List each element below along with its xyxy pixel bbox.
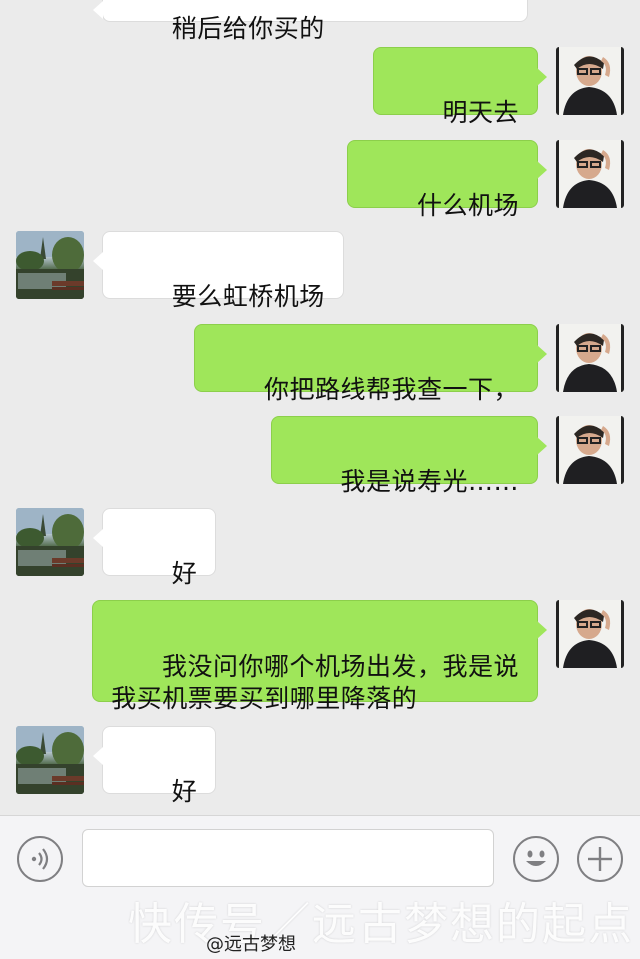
plus-button[interactable]	[577, 836, 623, 882]
person-avatar-icon	[559, 416, 621, 484]
voice-button[interactable]	[17, 836, 63, 882]
emoji-icon	[526, 850, 546, 866]
avatar-me[interactable]	[556, 600, 624, 668]
message-text: 要么虹桥机场	[171, 282, 325, 311]
avatar-me[interactable]	[556, 140, 624, 208]
person-avatar-icon	[559, 47, 621, 115]
message-bubble[interactable]: 什么机场	[347, 140, 547, 220]
message-bubble[interactable]: 我是说寿光……	[270, 416, 548, 496]
message-bubble[interactable]: 好	[92, 726, 217, 806]
person-avatar-icon	[559, 140, 621, 208]
message-bubble[interactable]: 要么虹桥机场	[93, 231, 344, 311]
message-text: 我没问你哪个机场出发，我是说 我买机票要买到哪里降落的	[111, 652, 519, 713]
avatar-me[interactable]	[556, 416, 624, 484]
avatar-contact[interactable]	[16, 231, 84, 299]
message-text: 明天去	[442, 98, 519, 127]
message-text: 好	[171, 777, 198, 806]
message-text: 我是说寿光……	[340, 467, 519, 496]
message-bubble[interactable]: 我没问你哪个机场出发，我是说 我买机票要买到哪里降落的	[92, 600, 547, 713]
avatar-contact[interactable]	[16, 508, 84, 576]
message-text: 什么机场	[416, 191, 519, 220]
voice-icon	[31, 848, 49, 870]
person-avatar-icon	[559, 600, 621, 668]
message-bubble[interactable]: 明天去	[372, 47, 548, 127]
message-input[interactable]	[82, 829, 494, 887]
message-bubble[interactable]: 好	[92, 508, 217, 588]
avatar-contact[interactable]	[16, 726, 84, 794]
person-avatar-icon	[559, 324, 621, 392]
landscape-avatar-icon	[16, 508, 84, 576]
plus-icon	[588, 847, 612, 871]
avatar-me[interactable]	[556, 47, 624, 115]
landscape-avatar-icon	[16, 231, 84, 299]
message-text: 你把路线帮我查一下，	[263, 375, 519, 404]
watermark-small: @远古梦想	[206, 934, 296, 955]
message-bubble[interactable]: 稍后给你买的	[93, 0, 528, 43]
message-bubble[interactable]: 你把路线帮我查一下，	[194, 324, 547, 404]
message-text: 稍后给你买的	[171, 14, 325, 43]
emoji-button[interactable]	[513, 836, 559, 882]
chat-area: 稍后给你买的 明天去 什么机场 要么虹桥机场 你把路线帮我查一下， 我是说寿光……	[0, 0, 640, 815]
message-text: 好	[171, 559, 198, 588]
watermark: 快传号／远古梦想的起点	[128, 899, 634, 950]
avatar-me[interactable]	[556, 324, 624, 392]
landscape-avatar-icon	[16, 726, 84, 794]
